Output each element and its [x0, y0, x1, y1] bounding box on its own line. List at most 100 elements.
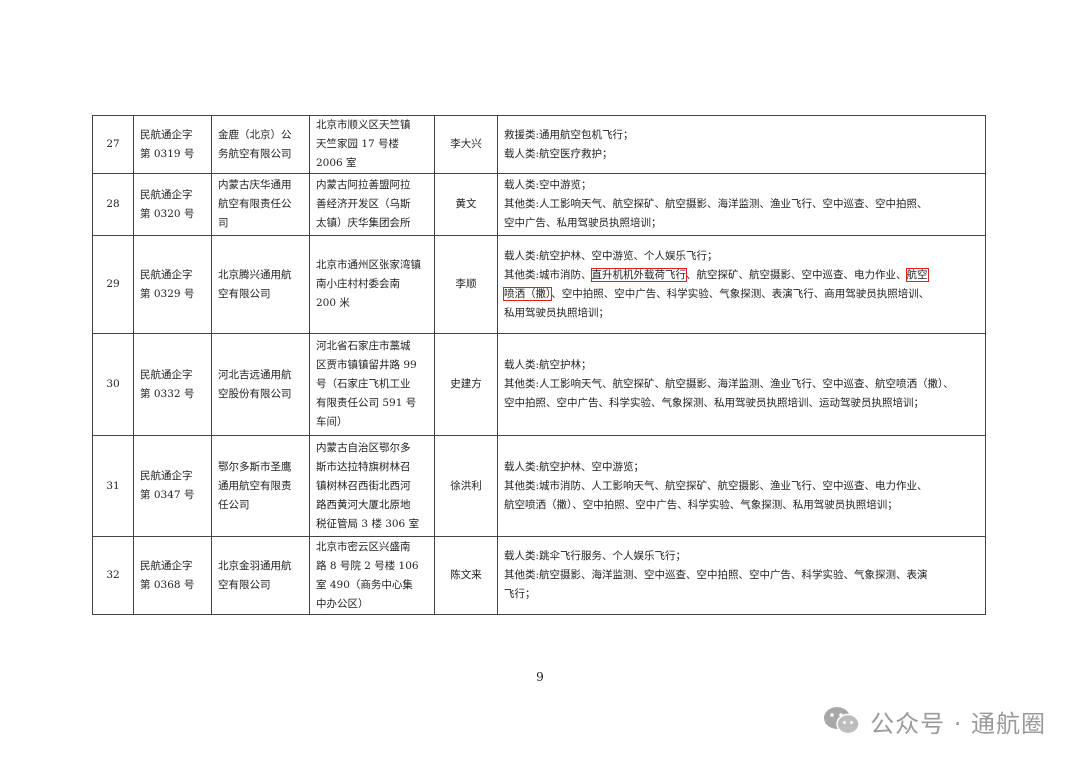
cell-line: 第 0347 号: [140, 489, 195, 501]
scope-line: 救援类:通用航空包机飞行；: [504, 126, 979, 145]
cell-line: 北京腾兴通用航: [218, 268, 292, 281]
scope-line: 喷洒（撒）、空中拍照、空中广告、科学实验、气象探测、表演飞行、商用驾驶员执照培训…: [502, 285, 979, 304]
scope-text: 航空喷洒（撒）、空中拍照、空中广告、科学实验、气象探测、私用驾驶员执照培训；: [504, 498, 898, 511]
company-address: 北京市顺义区天竺镇 天竺家园 17 号楼 2006 室: [309, 115, 435, 174]
scope-text: 载人类:航空医疗救护；: [504, 147, 613, 160]
scope-line: 空中拍照、空中广告、科学实验、气象探测、私用驾驶员执照培训、运动驾驶员执照培训；: [504, 394, 979, 413]
cell-line: 室 490（商务中心集: [316, 578, 413, 591]
cell-line: 北京市顺义区天竺镇: [316, 119, 411, 131]
cell-line: 北京市通州区张家湾镇: [316, 259, 421, 271]
company-name: 鄂尔多斯市圣鹰 通用航空有限责 任公司: [211, 435, 310, 537]
scope-text: 载人类:航空护林、空中游览、个人娱乐飞行；: [504, 249, 718, 262]
scope-line: 载人类:航空护林；: [504, 356, 979, 375]
watermark-text: 公众号 · 通航圈: [870, 709, 1046, 738]
cell-line: 第 0329 号: [140, 287, 195, 300]
business-scope: 载人类:跳伞飞行服务、个人娱乐飞行； 其他类:航空摄影、海洋监测、空中巡查、空中拍…: [497, 536, 986, 615]
cell-line: 北京市密云区兴盛南: [316, 540, 411, 553]
scope-line: 飞行；: [504, 585, 979, 604]
cell-line: 第 0332 号: [140, 387, 195, 400]
cell-line: 路西黄河大厦北原地: [316, 498, 411, 511]
scope-text: 、航空探矿、航空摄影、空中巡查、电力作业、: [686, 268, 907, 281]
company-name: 内蒙古庆华通用 航空有限责任公司: [211, 173, 310, 236]
row-number: 30: [92, 333, 134, 436]
cell-line: 号（石家庄飞机工业: [316, 378, 411, 390]
table-body: 27 民航通企字第 0319 号金鹿（北京）公 务航空有限公司 北京市顺义区天竺镇 天竺…: [92, 115, 986, 615]
wechat-icon: [824, 707, 860, 735]
scope-line: 载人类:航空护林、空中游览、个人娱乐飞行；: [504, 247, 979, 266]
company-name: 北京金羽通用航 空有限公司: [211, 536, 310, 615]
cell-line: 务航空有限公司: [218, 147, 292, 160]
scope-text: 载人类:航空护林、空中游览；: [504, 460, 645, 473]
company-name: 河北吉远通用航 空股份有限公司: [211, 333, 310, 436]
scope-text: 其他类:人工影响天气、航空探矿、航空摄影、海洋监测、渔业飞行、空中巡查、航空喷洒…: [504, 378, 954, 390]
scope-text: 救援类:通用航空包机飞行；: [504, 128, 634, 141]
scope-text: 载人类:航空护林；: [504, 359, 592, 371]
scope-line: 其他类:人工影响天气、航空探矿、航空摄影、海洋监测、渔业飞行、空中巡查、空中拍照…: [504, 195, 979, 214]
scope-line: 载人类:空中游览；: [504, 176, 979, 195]
cell-line: 中办公区）: [316, 597, 369, 610]
page-number: 9: [536, 670, 544, 684]
cell-line: 路 8 号院 2 号楼 106: [316, 559, 419, 572]
cell-line: 税征管局 3 楼 306 室: [316, 517, 420, 530]
cell-line: 天竺家园 17 号楼: [316, 138, 400, 150]
cell-line: 民航通企字: [140, 268, 193, 281]
scope-line: 载人类:航空护林、空中游览；: [504, 458, 979, 477]
cell-line: 200 米: [316, 297, 350, 309]
scope-text: 空中广告、私用驾驶员执照培训；: [504, 217, 662, 229]
scope-text: 空中拍照、空中广告、科学实验、气象探测、私用驾驶员执照培训、运动驾驶员执照培训；: [504, 397, 924, 409]
highlighted-term: 直升机机外载荷飞行: [590, 267, 688, 282]
business-scope: 载人类:航空护林； 其他类:人工影响天气、航空探矿、航空摄影、海洋监测、渔业飞行、…: [497, 333, 986, 436]
scope-line: 其他类:人工影响天气、航空探矿、航空摄影、海洋监测、渔业飞行、空中巡查、航空喷洒…: [504, 375, 979, 394]
scope-line: 其他类:航空摄影、海洋监测、空中巡查、空中拍照、空中广告、科学实验、气象探测、表…: [504, 566, 979, 585]
cell-line: 内蒙古阿拉善盟阿拉: [316, 179, 411, 191]
cell-line: 善经济开发区（乌斯: [316, 198, 411, 210]
company-address: 北京市通州区张家湾镇 南小庄村村委会南 200 米: [309, 235, 435, 334]
business-scope: 载人类:空中游览； 其他类:人工影响天气、航空探矿、航空摄影、海洋监测、渔业飞行、…: [497, 173, 986, 236]
scope-text: 载人类:空中游览；: [504, 179, 592, 191]
cell-line: 车间）: [316, 416, 348, 428]
document-page: 27 民航通企字第 0319 号金鹿（北京）公 务航空有限公司 北京市顺义区天竺镇 天竺…: [0, 0, 1080, 763]
cell-line: 河北省石家庄市藁城: [316, 340, 411, 352]
cell-line: 第 0319 号: [140, 147, 195, 160]
scope-text: 其他类:城市消防、人工影响天气、航空探矿、航空摄影、渔业飞行、空中巡查、电力作业…: [504, 479, 928, 492]
scope-line: 其他类:城市消防、人工影响天气、航空探矿、航空摄影、渔业飞行、空中巡查、电力作业…: [504, 477, 979, 496]
certificate-number: 民航通企字第 0320 号: [133, 173, 212, 236]
certificate-number: 民航通企字第 0329 号: [133, 235, 212, 334]
certificate-number: 民航通企字第 0347 号: [133, 435, 212, 537]
cell-line: 鄂尔多斯市圣鹰: [218, 460, 292, 473]
cell-line: 民航通企字: [140, 368, 193, 381]
company-name: 北京腾兴通用航 空有限公司: [211, 235, 310, 334]
cell-line: 镇树林召西街北西河: [316, 479, 411, 492]
cell-line: 空有限公司: [218, 578, 271, 591]
company-name: 金鹿（北京）公 务航空有限公司: [211, 115, 310, 174]
legal-representative: 李顺: [434, 235, 498, 334]
scope-line: 载人类:跳伞飞行服务、个人娱乐飞行；: [504, 547, 979, 566]
scope-text: 其他类:城市消防、: [504, 268, 592, 281]
registration-table: 27 民航通企字第 0319 号金鹿（北京）公 务航空有限公司 北京市顺义区天竺镇 天竺…: [92, 115, 986, 615]
company-address: 内蒙古自治区鄂尔多 斯市达拉特旗树林召 镇树林召西街北西河 路西黄河大厦北原地 税征管局…: [309, 435, 435, 537]
table-row: 30 民航通企字第 0332 号 河北吉远通用航 空股份有限公司 河北省石家庄市藁城 区贾…: [92, 333, 986, 436]
scope-text: 载人类:跳伞飞行服务、个人娱乐飞行；: [504, 550, 687, 562]
cell-line: 区贾市镇镇留井路 99: [316, 359, 417, 371]
row-number: 27: [92, 115, 134, 174]
table-row: 27 民航通企字第 0319 号金鹿（北京）公 务航空有限公司 北京市顺义区天竺镇 天竺…: [92, 115, 986, 174]
scope-text: 飞行；: [504, 588, 536, 600]
cell-line: 任公司: [218, 498, 250, 511]
cell-line: 第 0368 号: [140, 578, 195, 591]
cell-line: 民航通企字: [140, 559, 193, 572]
scope-line: 载人类:航空医疗救护；: [504, 145, 979, 164]
cell-line: 有限责任公司 591 号: [316, 397, 417, 409]
cell-line: 第 0320 号: [140, 207, 195, 220]
company-address: 河北省石家庄市藁城 区贾市镇镇留井路 99 号（石家庄飞机工业 有限责任公司 591 …: [309, 333, 435, 436]
scope-line: 航空喷洒（撒）、空中拍照、空中广告、科学实验、气象探测、私用驾驶员执照培训；: [504, 496, 979, 515]
cell-line: 空股份有限公司: [218, 387, 292, 400]
cell-line: 北京金羽通用航: [218, 559, 292, 572]
cell-line: 内蒙古庆华通用: [218, 179, 292, 191]
table-row: 31 民航通企字第 0347 号鄂尔多斯市圣鹰 通用航空有限责 任公司 内蒙古自治区鄂尔…: [92, 435, 986, 537]
table-row: 32 民航通企字第 0368 号北京金羽通用航 空有限公司 北京市密云区兴盛南路 8 …: [92, 536, 986, 615]
cell-line: 航空有限责任公: [218, 198, 292, 210]
cell-line: 金鹿（北京）公: [218, 128, 292, 141]
cell-line: 民航通企字: [140, 188, 193, 201]
company-address: 内蒙古阿拉善盟阿拉 善经济开发区（乌斯 太镇）庆华集团会所: [309, 173, 435, 236]
cell-line: 斯市达拉特旗树林召: [316, 460, 411, 473]
